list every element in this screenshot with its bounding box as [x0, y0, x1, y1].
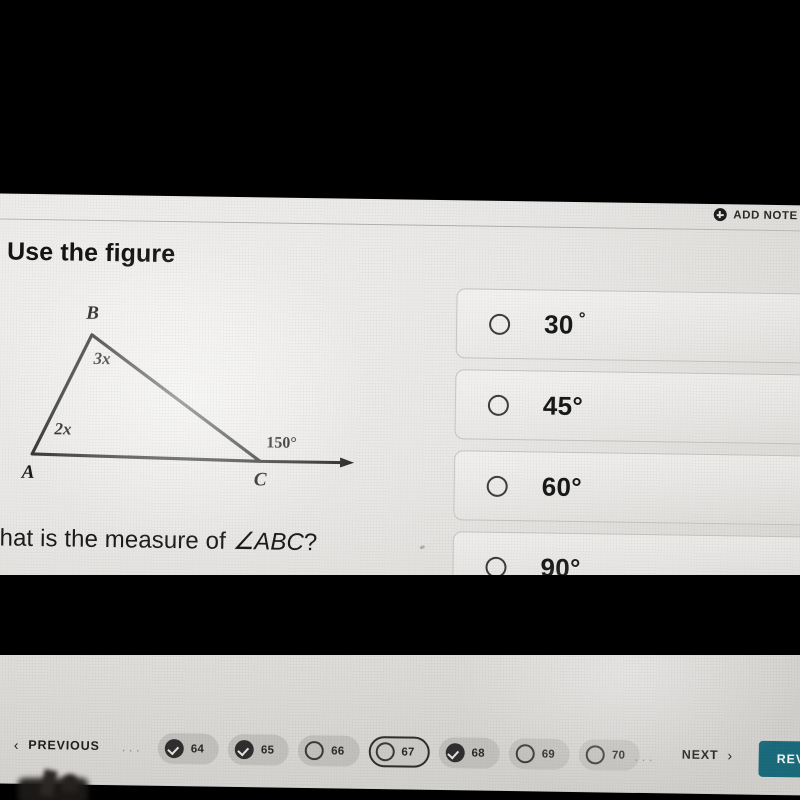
degree-symbol: ° [578, 309, 586, 329]
vertex-c-label: C [254, 469, 267, 490]
question-pill-64[interactable]: 64 [157, 732, 220, 765]
question-pill-list: 64 65 66 67 68 69 70 [157, 732, 641, 772]
ellipsis-left: ... [121, 739, 144, 755]
question-pill-65[interactable]: 65 [227, 733, 290, 766]
question-number: 70 [611, 749, 626, 762]
add-note-label: ADD NOTE [733, 208, 798, 222]
radio-icon[interactable] [488, 313, 511, 335]
question-number: 69 [541, 748, 556, 761]
empty-circle-icon [585, 745, 606, 765]
question-angle: ∠ABC [232, 527, 305, 556]
vertex-b-label: B [85, 303, 99, 324]
foreground-blur-object-3 [62, 774, 78, 792]
next-label: NEXT [681, 747, 719, 763]
question-suffix: ? [303, 528, 318, 557]
photographed-screen: ADD NOTE Use the figure B A C 3x 2x 150°… [0, 0, 800, 800]
top-utility-bar: ADD NOTE [0, 193, 800, 232]
angle-a-measure: 2x [53, 419, 72, 438]
empty-circle-icon [305, 741, 325, 761]
check-icon [234, 739, 255, 760]
answer-option-label: 45° [542, 390, 584, 421]
angle-b-measure: 3x [92, 349, 111, 368]
chevron-left-icon: ‹ [13, 736, 20, 753]
empty-circle-icon [515, 744, 535, 764]
plus-circle-icon [713, 208, 727, 222]
triangle-figure: B A C 3x 2x 150° [4, 286, 427, 492]
page-title: Use the figure [6, 237, 176, 269]
chevron-right-icon: › [727, 747, 734, 764]
triangle-figure-svg: B A C 3x 2x 150° [21, 303, 355, 490]
answer-option-label: 30 ° [543, 309, 586, 340]
question-number: 66 [331, 744, 345, 758]
answer-option-2[interactable]: 45° [454, 369, 800, 446]
radio-icon[interactable] [486, 475, 508, 497]
ellipsis-right: ... [634, 748, 657, 765]
question-text: What is the measure of ∠ABC? [0, 523, 318, 557]
quiz-screen: ADD NOTE Use the figure B A C 3x 2x 150°… [0, 193, 800, 796]
answer-options: 30 ° 45° 60° 90° [451, 288, 800, 618]
empty-circle-icon [375, 742, 395, 762]
previous-button[interactable]: ‹ PREVIOUS [13, 736, 100, 753]
check-icon [164, 738, 184, 759]
answer-option-1[interactable]: 30 ° [455, 288, 800, 365]
check-icon [445, 743, 465, 763]
dust-speck [419, 544, 426, 550]
question-panel: Use the figure [7, 238, 438, 287]
previous-label: PREVIOUS [28, 737, 100, 753]
answer-option-label: 60° [541, 471, 583, 502]
question-number: 65 [260, 743, 275, 757]
bottom-navigation: ‹ PREVIOUS ... 64 65 66 67 68 69 70 ... … [0, 713, 800, 796]
vertex-a-label: A [21, 462, 35, 483]
exterior-angle-measure: 150° [266, 434, 297, 451]
answer-option-3[interactable]: 60° [453, 450, 800, 527]
question-pill-67-current[interactable]: 67 [368, 735, 430, 768]
radio-icon[interactable] [487, 394, 510, 416]
question-pill-70[interactable]: 70 [578, 739, 641, 772]
question-number: 68 [471, 747, 485, 760]
question-number: 64 [190, 742, 205, 756]
add-note-button[interactable]: ADD NOTE [713, 208, 798, 222]
next-button[interactable]: NEXT › [681, 747, 734, 764]
review-button[interactable]: REVIEW [758, 740, 800, 779]
question-pill-66[interactable]: 66 [297, 734, 360, 767]
question-pill-68[interactable]: 68 [438, 737, 500, 769]
bottom-dark-border [0, 575, 800, 655]
question-prefix: What is the measure of [0, 524, 233, 555]
question-pill-69[interactable]: 69 [508, 738, 571, 770]
question-number: 67 [401, 745, 415, 759]
